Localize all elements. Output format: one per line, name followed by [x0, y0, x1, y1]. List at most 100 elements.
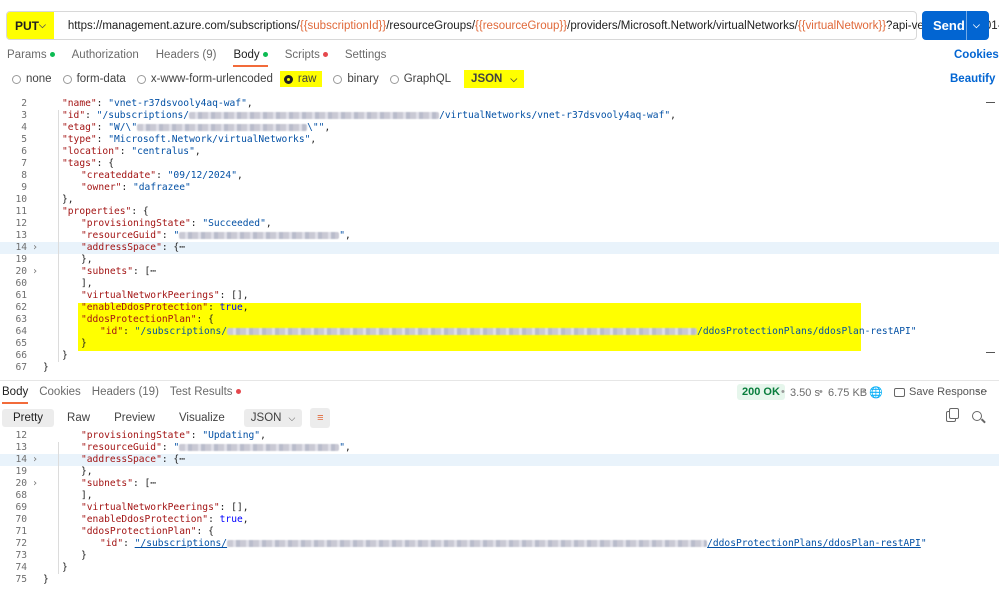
send-button[interactable]: Send ⌵	[922, 11, 989, 40]
fold-chevron-icon[interactable]: ›	[32, 454, 38, 466]
code-token[interactable]: "/subscriptions/	[135, 538, 227, 549]
redacted-text	[179, 443, 340, 451]
tab-settings[interactable]: Settings	[345, 49, 387, 65]
tab-authorization[interactable]: Authorization	[72, 49, 139, 65]
code-token: :	[190, 218, 203, 229]
code-line: 63 "ddosProtectionPlan": {	[0, 314, 999, 326]
radio-form-data[interactable]: form-data	[62, 73, 126, 85]
tab-label: Settings	[344, 49, 387, 61]
line-number: 10	[15, 194, 27, 205]
code-text: }	[81, 550, 87, 562]
pane-divider[interactable]	[0, 380, 999, 381]
line-number: 20	[15, 478, 27, 489]
code-text: "enableDdosProtection": true,	[81, 302, 249, 314]
tab-cookies[interactable]: Cookies	[39, 386, 81, 398]
response-format-dropdown[interactable]: JSON ⌵	[243, 409, 303, 427]
code-line: 72 "id": "/subscriptions/ /ddosProtectionP…	[0, 538, 999, 550]
chevron-down-icon[interactable]: ⌵	[967, 20, 980, 31]
code-token[interactable]: /ddosProtectionPlans/ddosPlan-restAPI	[707, 538, 921, 549]
code-token: :	[208, 514, 220, 525]
response-time[interactable]: 3.50 s	[790, 387, 820, 399]
code-text: "type": "Microsoft.Network/virtualNetwor…	[62, 134, 316, 146]
tab-body[interactable]: Body	[2, 386, 29, 404]
tab-label: Authorization	[71, 49, 139, 61]
code-line: 13 "resourceGuid": " ",	[0, 442, 999, 454]
request-body-editor[interactable]: 2 "name": "vnet-r37dsvooly4aq-waf", 3 "id":…	[0, 98, 999, 378]
url-segment: /providers/Microsoft.Network/virtualNetw…	[567, 19, 798, 32]
save-response-button[interactable]: Save Response	[894, 386, 987, 398]
code-token: "addressSpace"	[81, 242, 162, 253]
tab-scripts[interactable]: Scripts	[285, 49, 328, 65]
code-token: ,	[670, 110, 676, 121]
url-input[interactable]: https://management.azure.com/subscriptio…	[54, 20, 999, 32]
code-text: "addressSpace": {⋯	[81, 242, 185, 254]
code-token: }	[62, 562, 68, 573]
code-text: "resourceGuid": " ",	[81, 230, 351, 242]
line-number: 69	[15, 502, 27, 513]
radio-raw[interactable]: raw	[279, 71, 323, 87]
tab-params[interactable]: Params	[7, 49, 55, 65]
wrap-lines-icon[interactable]: ≡	[310, 408, 331, 428]
beautify-link[interactable]: Beautify	[950, 73, 995, 85]
fold-chevron-icon[interactable]: ›	[32, 266, 38, 278]
code-token: }	[62, 350, 68, 361]
code-line: 65}	[0, 338, 999, 350]
tab-test-results[interactable]: Test Results	[170, 386, 241, 398]
status-badge[interactable]: 200 OK	[737, 384, 785, 400]
chevron-down-icon: ⌵	[510, 73, 518, 84]
code-token: "provisioningState"	[81, 430, 191, 441]
response-body-viewer[interactable]: 12 "provisioningState": "Updating", 13 "res…	[0, 430, 999, 590]
radio-none[interactable]: none	[12, 73, 52, 85]
radio-button-icon[interactable]	[12, 74, 21, 84]
tab-headers-19[interactable]: Headers (19)	[92, 386, 159, 398]
radio-x-www-form-urlencoded[interactable]: x-www-form-urlencoded	[136, 73, 273, 85]
view-raw[interactable]: Raw	[56, 409, 101, 427]
copy-icon[interactable]	[946, 408, 959, 422]
indent-guide	[58, 442, 59, 574]
separator: •	[862, 386, 866, 398]
status-dot-icon	[49, 52, 55, 58]
tab-body[interactable]: Body	[233, 49, 268, 67]
code-token: : {	[131, 206, 149, 217]
radio-button-icon[interactable]	[389, 74, 399, 84]
radio-binary[interactable]: binary	[333, 73, 379, 85]
line-number: 7	[21, 158, 27, 169]
line-number: 14	[15, 454, 27, 465]
code-token: "id"	[62, 110, 86, 121]
code-text: "id": "/subscriptions/ /ddosProtectionPla…	[100, 538, 927, 550]
more-options-icon[interactable]: ⋯	[976, 384, 988, 398]
radio-label: binary	[347, 73, 379, 85]
separator: •	[781, 386, 785, 398]
tab-label: Cookies	[39, 386, 81, 398]
radio-button-icon[interactable]	[283, 74, 293, 84]
code-token: :	[161, 230, 174, 241]
radio-button-icon[interactable]	[333, 74, 343, 84]
radio-button-icon[interactable]	[136, 74, 146, 84]
method-dropdown[interactable]: PUT ⌵	[7, 12, 54, 39]
network-globe-icon[interactable]: 🌐	[869, 386, 883, 399]
code-line: 73}	[0, 550, 999, 562]
view-pretty[interactable]: Pretty	[2, 409, 55, 427]
tab-label: Test Results	[169, 386, 233, 398]
code-line: 66}	[0, 350, 999, 362]
tab-headers-9[interactable]: Headers (9)	[156, 49, 217, 65]
search-icon[interactable]	[972, 411, 982, 421]
code-token: "virtualNetworkPeerings"	[81, 502, 220, 513]
radio-GraphQL[interactable]: GraphQL	[389, 73, 451, 85]
view-visualize[interactable]: Visualize	[168, 409, 236, 427]
cookies-link[interactable]: Cookies	[954, 49, 999, 61]
radio-button-icon[interactable]	[62, 74, 72, 84]
code-token: "Updating"	[202, 430, 261, 441]
code-text: }	[43, 574, 49, 586]
view-preview[interactable]: Preview	[103, 409, 166, 427]
save-icon	[894, 387, 905, 397]
code-token: "owner"	[81, 182, 122, 193]
code-line: 5 "type": "Microsoft.Network/virtualNetwo…	[0, 134, 999, 146]
body-format-dropdown[interactable]: JSON ⌵	[464, 70, 525, 88]
code-token: "Succeeded"	[202, 218, 266, 229]
scrollbar-marker	[986, 102, 995, 103]
fold-chevron-icon[interactable]: ›	[32, 242, 38, 254]
code-text: "createddate": "09/12/2024",	[81, 170, 243, 182]
fold-chevron-icon[interactable]: ›	[32, 478, 38, 490]
code-line: 3 "id": "/subscriptions/ /virtualNetworks/…	[0, 110, 999, 122]
